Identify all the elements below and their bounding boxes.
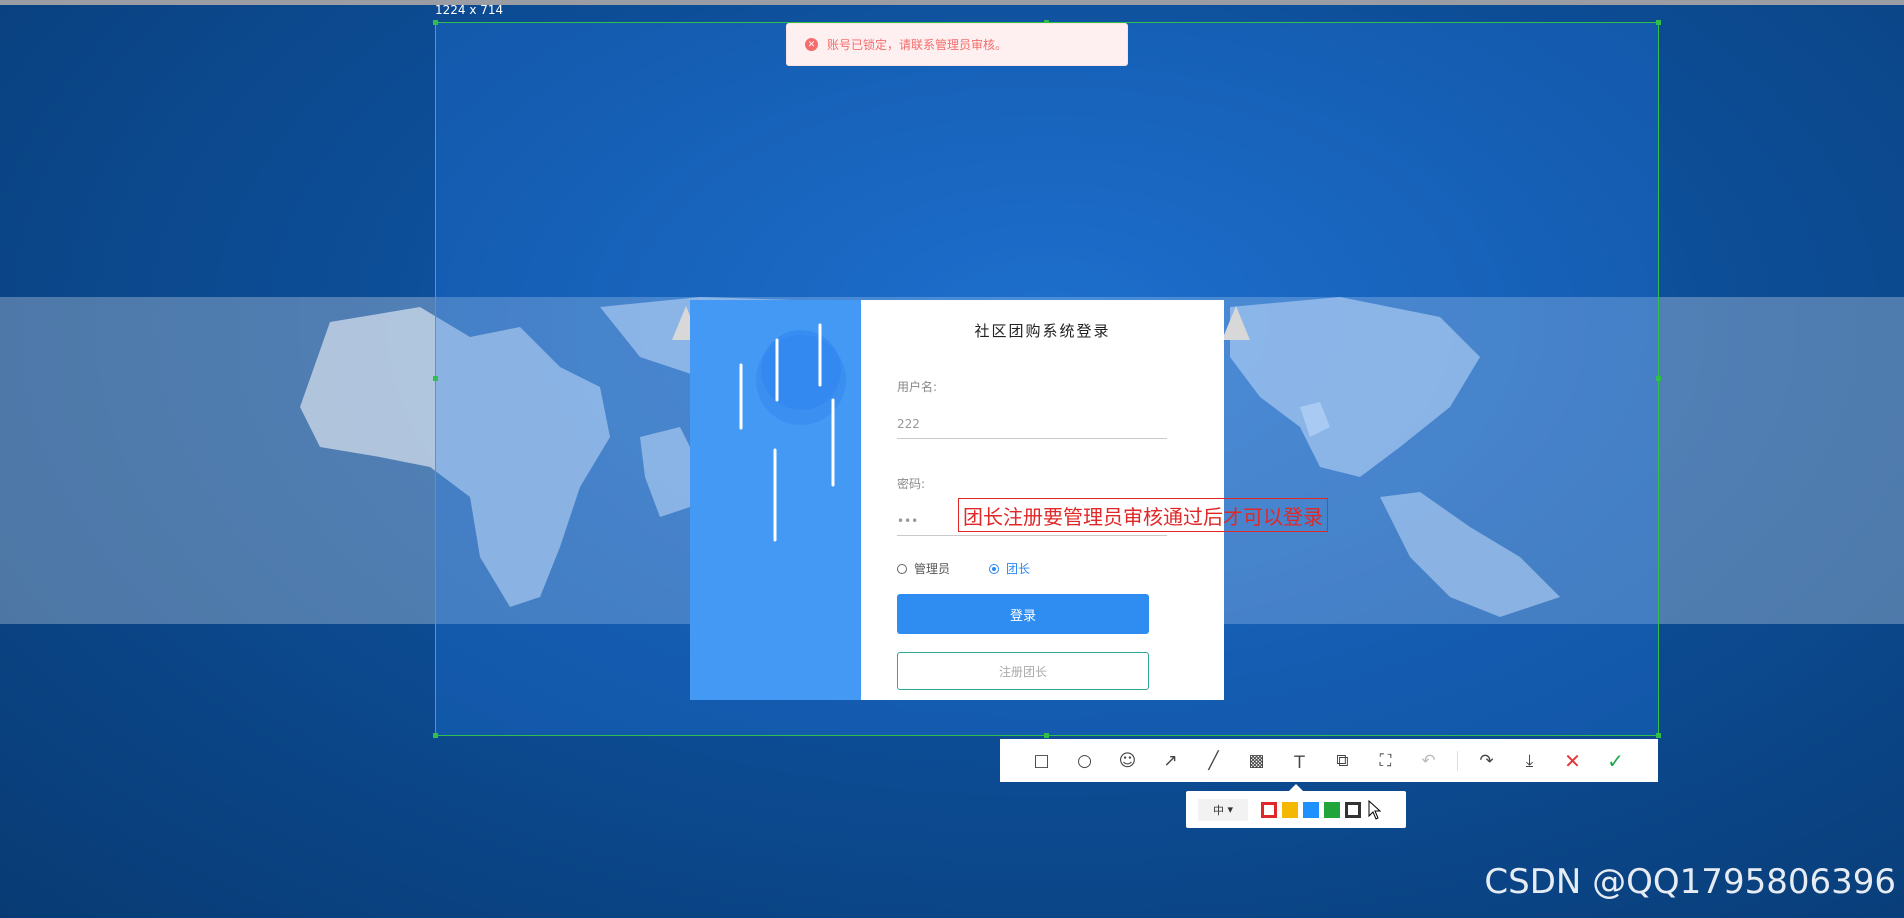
share-icon[interactable]: ↷ (1465, 739, 1508, 782)
resize-handle-bottom[interactable] (1044, 733, 1049, 738)
confirm-icon[interactable]: ✓ (1594, 739, 1637, 782)
text-icon[interactable]: Ｔ (1278, 739, 1321, 782)
card-illustration-panel (690, 300, 861, 700)
arrow-icon[interactable]: ↗ (1149, 739, 1192, 782)
resize-handle-bottom-left[interactable] (433, 733, 438, 738)
resize-handle-left[interactable] (433, 376, 438, 381)
resize-handle-top-left[interactable] (433, 20, 438, 25)
line-icon[interactable]: ╱ (1192, 739, 1235, 782)
mosaic-icon[interactable]: ▩ (1235, 739, 1278, 782)
login-button[interactable]: 登录 (897, 594, 1149, 634)
rain-illustration (739, 323, 846, 542)
role-leader-radio[interactable]: 团长 (989, 560, 1030, 577)
text-annotation[interactable]: 团长注册要管理员审核通过后才可以登录 (958, 498, 1328, 532)
color-swatch-yellow[interactable] (1282, 801, 1298, 818)
size-dropdown[interactable]: 中 ▾ (1198, 798, 1248, 821)
resize-handle-bottom-right[interactable] (1656, 733, 1661, 738)
color-swatch-blue[interactable] (1303, 801, 1319, 818)
mouse-cursor-icon (1368, 800, 1382, 820)
role-leader-label: 团长 (1006, 562, 1031, 576)
card-decoration-right (1222, 306, 1250, 340)
radio-unchecked-icon (897, 563, 907, 574)
cancel-icon[interactable]: ✕ (1551, 739, 1594, 782)
ocr-icon[interactable]: ⛶ (1364, 739, 1407, 782)
copy-icon[interactable]: ⧉ (1321, 739, 1364, 782)
selection-size-label: 1224 x 714 (435, 3, 504, 17)
error-toast: ✕ 账号已锁定，请联系管理员审核。 (786, 23, 1128, 66)
size-value: 中 (1212, 803, 1224, 817)
login-title: 社区团购系统登录 (974, 322, 1111, 340)
error-close-circle-icon: ✕ (805, 38, 818, 51)
register-leader-button[interactable]: 注册团长 (897, 652, 1149, 690)
rectangle-icon[interactable]: □ (1020, 739, 1063, 782)
role-admin-label: 管理员 (914, 562, 951, 576)
password-label: 密码: (897, 477, 926, 491)
undo-icon[interactable]: ↶ (1407, 739, 1450, 782)
resize-handle-top-right[interactable] (1656, 20, 1661, 25)
role-admin-radio[interactable]: 管理员 (897, 560, 950, 577)
toolbar-divider (1457, 750, 1458, 771)
radio-checked-icon (989, 563, 999, 574)
screenshot-toolbar: □ ○ ☺ ↗ ╱ ▩ Ｔ ⧉ ⛶ ↶ ↷ ⤓ ✕ ✓ (1000, 739, 1658, 782)
username-label: 用户名: (897, 380, 938, 394)
emoji-icon[interactable]: ☺ (1106, 739, 1149, 782)
username-input[interactable]: 222 (897, 410, 1167, 439)
watermark: CSDN @QQ1795806396 (1484, 862, 1896, 902)
save-icon[interactable]: ⤓ (1508, 739, 1551, 782)
ellipse-icon[interactable]: ○ (1063, 739, 1106, 782)
resize-handle-right[interactable] (1656, 376, 1661, 381)
color-swatch-black[interactable] (1345, 801, 1361, 818)
color-swatch-red[interactable] (1261, 801, 1277, 818)
toast-message: 账号已锁定，请联系管理员审核。 (827, 38, 1008, 52)
color-swatch-green[interactable] (1324, 801, 1340, 818)
